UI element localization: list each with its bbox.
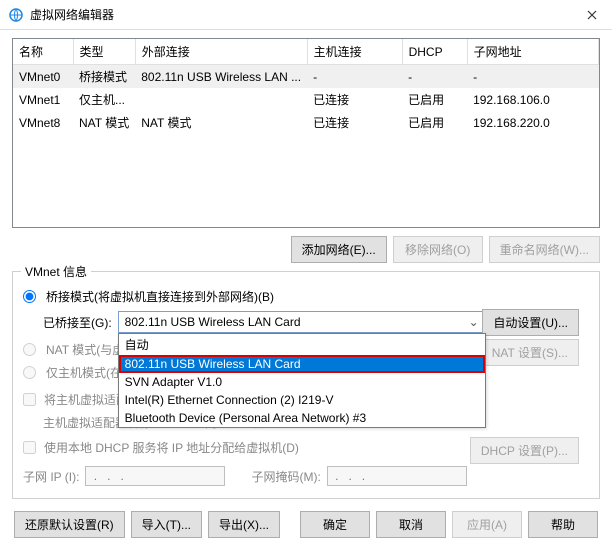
table-cell: VMnet8 <box>13 111 73 134</box>
window-title: 虚拟网络编辑器 <box>30 6 572 23</box>
bridge-adapter-selected: 802.11n USB Wireless LAN Card <box>125 315 301 329</box>
titlebar: 虚拟网络编辑器 <box>0 0 612 30</box>
column-header[interactable]: 类型 <box>73 39 135 65</box>
bridge-mode-label: 桥接模式(将虚拟机直接连接到外部网络)(B) <box>46 288 274 305</box>
hostonly-mode-label: 仅主机模式(在 <box>46 364 122 381</box>
export-button[interactable]: 导出(X)... <box>208 511 280 538</box>
column-header[interactable]: 外部连接 <box>135 39 307 65</box>
table-cell: - <box>307 65 402 89</box>
table-cell: 192.168.106.0 <box>467 88 598 111</box>
column-header[interactable]: DHCP <box>402 39 467 65</box>
dropdown-option[interactable]: 自动 <box>119 334 485 355</box>
bridge-mode-radio[interactable] <box>23 290 36 303</box>
nat-mode-label: NAT 模式(与虚 <box>46 341 124 358</box>
vmnet-info-legend: VMnet 信息 <box>21 263 91 280</box>
nat-settings-button[interactable]: NAT 设置(S)... <box>481 339 579 366</box>
column-header[interactable]: 名称 <box>13 39 73 65</box>
table-cell: 已启用 <box>402 88 467 111</box>
table-cell: 已启用 <box>402 111 467 134</box>
host-connect-checkbox[interactable] <box>23 393 36 406</box>
vmnet-info-group: VMnet 信息 桥接模式(将虚拟机直接连接到外部网络)(B) 已桥接至(G):… <box>12 271 600 499</box>
dhcp-settings-button[interactable]: DHCP 设置(P)... <box>470 437 579 464</box>
add-network-button[interactable]: 添加网络(E)... <box>291 236 387 263</box>
chevron-down-icon: ⌄ <box>469 315 479 329</box>
rename-network-button[interactable]: 重命名网络(W)... <box>489 236 600 263</box>
table-cell: VMnet1 <box>13 88 73 111</box>
network-table[interactable]: 名称类型外部连接主机连接DHCP子网地址 VMnet0桥接模式802.11n U… <box>12 38 600 228</box>
import-button[interactable]: 导入(T)... <box>131 511 202 538</box>
table-cell: 桥接模式 <box>73 65 135 89</box>
table-cell: NAT 模式 <box>73 111 135 134</box>
dhcp-label: 使用本地 DHCP 服务将 IP 地址分配给虚拟机(D) <box>44 439 299 456</box>
table-cell: 已连接 <box>307 111 402 134</box>
hostonly-mode-radio[interactable] <box>23 366 36 379</box>
table-cell: - <box>467 65 598 89</box>
table-cell: NAT 模式 <box>135 111 307 134</box>
subnet-mask-label: 子网掩码(M): <box>251 468 320 485</box>
subnet-ip-label: 子网 IP (I): <box>23 468 79 485</box>
column-header[interactable]: 主机连接 <box>307 39 402 65</box>
dropdown-option[interactable]: SVN Adapter V1.0 <box>119 373 485 391</box>
table-row[interactable]: VMnet0桥接模式802.11n USB Wireless LAN ...--… <box>13 65 599 89</box>
dhcp-checkbox[interactable] <box>23 441 36 454</box>
table-cell: - <box>402 65 467 89</box>
bridge-adapter-dropdown[interactable]: 自动802.11n USB Wireless LAN CardSVN Adapt… <box>118 333 486 428</box>
table-cell: 192.168.220.0 <box>467 111 598 134</box>
nat-mode-radio[interactable] <box>23 343 36 356</box>
table-cell <box>135 88 307 111</box>
bridge-adapter-select[interactable]: 802.11n USB Wireless LAN Card ⌄ <box>118 311 486 333</box>
table-cell: 仅主机... <box>73 88 135 111</box>
table-row[interactable]: VMnet1仅主机... 已连接已启用192.168.106.0 <box>13 88 599 111</box>
ok-button[interactable]: 确定 <box>300 511 370 538</box>
restore-defaults-button[interactable]: 还原默认设置(R) <box>14 511 125 538</box>
table-cell: 802.11n USB Wireless LAN ... <box>135 65 307 89</box>
help-button[interactable]: 帮助 <box>528 511 598 538</box>
table-cell: VMnet0 <box>13 65 73 89</box>
dropdown-option[interactable]: 802.11n USB Wireless LAN Card <box>119 355 485 373</box>
remove-network-button[interactable]: 移除网络(O) <box>393 236 483 263</box>
cancel-button[interactable]: 取消 <box>376 511 446 538</box>
table-row[interactable]: VMnet8NAT 模式NAT 模式已连接已启用192.168.220.0 <box>13 111 599 134</box>
subnet-mask-input[interactable] <box>327 466 467 486</box>
app-icon <box>8 7 24 23</box>
table-cell: 已连接 <box>307 88 402 111</box>
apply-button[interactable]: 应用(A) <box>452 511 522 538</box>
dropdown-option[interactable]: Intel(R) Ethernet Connection (2) I219-V <box>119 391 485 409</box>
dropdown-option[interactable]: Bluetooth Device (Personal Area Network)… <box>119 409 485 427</box>
auto-settings-button[interactable]: 自动设置(U)... <box>482 309 579 336</box>
close-button[interactable] <box>572 0 612 30</box>
column-header[interactable]: 子网地址 <box>467 39 598 65</box>
bridge-to-label: 已桥接至(G): <box>43 314 112 331</box>
subnet-ip-input[interactable] <box>85 466 225 486</box>
